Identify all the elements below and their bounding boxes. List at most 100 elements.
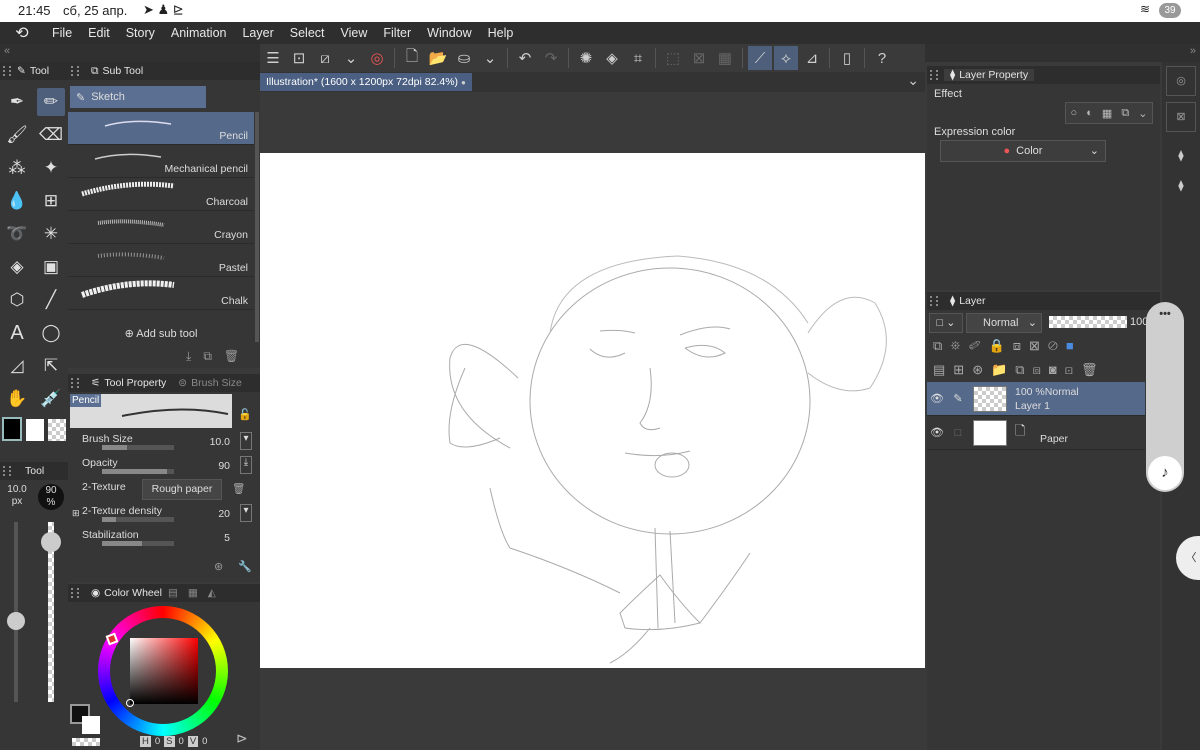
saturation-value-square[interactable] — [130, 638, 198, 704]
merge-icon[interactable]: ⧇ — [1033, 362, 1049, 377]
layer-color-mode-select[interactable]: □ ⌄ — [929, 313, 963, 333]
gallery-icon[interactable]: ◎ — [365, 46, 389, 70]
edit-pen-icon[interactable]: ✎ — [947, 392, 969, 405]
brush-item-charcoal[interactable]: Charcoal — [68, 178, 254, 211]
menu-help[interactable]: Help — [480, 22, 522, 44]
opacity-slider-thumb[interactable] — [41, 532, 61, 552]
redo-icon[interactable]: ↷ — [539, 46, 563, 70]
figure-tool-icon[interactable]: ⬡ — [3, 286, 31, 314]
effect-buttons[interactable]: ○ ◐ ▦ ⧉ ⌄ — [1065, 102, 1153, 124]
expand-icon[interactable]: ⊞ — [72, 508, 80, 519]
color-icon[interactable]: ■ — [1066, 338, 1082, 353]
menu-select[interactable]: Select — [282, 22, 333, 44]
lock-icon[interactable]: 🔓 — [238, 408, 252, 421]
grip-icon[interactable] — [3, 66, 11, 76]
opacity-bar[interactable] — [102, 469, 174, 474]
menu-icon[interactable]: ☰ — [261, 46, 285, 70]
snap-grid-icon[interactable]: ⊿ — [800, 46, 824, 70]
layer-tab[interactable]: ⧫ Layer — [944, 295, 991, 307]
chevron-down-icon[interactable]: ⌄ — [339, 46, 363, 70]
selection-icon[interactable]: ▦ — [713, 46, 737, 70]
blend-mode-select[interactable]: Normal ⌄ — [966, 313, 1042, 333]
grip-icon[interactable] — [71, 66, 79, 76]
brush-size-tab[interactable]: ⊜ Brush Size — [172, 377, 248, 389]
main-color-swatch[interactable] — [2, 417, 22, 441]
camera-icon[interactable]: ⊡ — [1065, 362, 1081, 377]
trash-icon[interactable]: 🗑 — [224, 349, 251, 363]
lasso-tool-icon[interactable]: ➰ — [3, 220, 31, 248]
eyedropper-tool-icon[interactable]: 💉 — [37, 385, 65, 413]
trash-icon[interactable]: 🗑 — [232, 482, 245, 495]
loading-icon[interactable]: ✺ — [574, 46, 598, 70]
play-icon[interactable]: ⊳ — [236, 730, 248, 747]
text-tool-icon[interactable]: A — [3, 319, 31, 347]
opacity-row[interactable]: Opacity 90 ⤓ — [68, 454, 260, 478]
texture-density-row[interactable]: ⊞ 2-Texture density 20 ▾ — [68, 502, 260, 526]
snap-ruler-icon[interactable]: ⟋ — [748, 46, 772, 70]
help-icon[interactable]: ? — [870, 46, 894, 70]
line-tool-icon[interactable]: ╱ — [37, 286, 65, 314]
more-icon[interactable]: ••• — [1146, 308, 1184, 320]
mask-add-icon[interactable]: ◙ — [1049, 362, 1065, 377]
hand-tool-icon[interactable]: ✋ — [3, 385, 31, 413]
pen-tool-icon[interactable]: ✒ — [3, 88, 31, 116]
new-canvas-icon[interactable]: ⊡ — [287, 46, 311, 70]
grid-effect-icon[interactable]: ▦ — [1102, 107, 1112, 120]
fill-tool-icon[interactable]: ◈ — [3, 253, 31, 281]
stabilization-bar[interactable] — [102, 541, 174, 546]
add-sub-tool-button[interactable]: ⊕ Add sub tool — [68, 327, 254, 340]
chevron-down-icon[interactable]: ⌄ — [478, 46, 502, 70]
sub-view-icon[interactable]: ⊠ — [1166, 102, 1196, 132]
visibility-eye-icon[interactable]: 👁 — [927, 426, 947, 439]
texture-density-bar[interactable] — [102, 517, 174, 522]
layer-list-icon[interactable]: ▤ — [933, 362, 953, 377]
balloon-tool-icon[interactable]: ◯ — [37, 319, 65, 347]
transfer-icon[interactable]: ⧉ — [1015, 362, 1032, 377]
transform-icon[interactable]: ⧄ — [313, 46, 337, 70]
tool-property-tab[interactable]: ⚟ Tool Property — [85, 377, 172, 389]
opacity-dropdown-icon[interactable]: ⤓ — [240, 456, 252, 474]
layer-color-icon[interactable]: ⧉ — [1121, 107, 1129, 120]
crop-icon[interactable]: ⌗ — [626, 46, 650, 70]
brush-size-row[interactable]: Brush Size 10.0 ▾ — [68, 430, 260, 454]
texture-density-dropdown-icon[interactable]: ▾ — [240, 504, 252, 522]
import-icon[interactable]: ⤓ — [186, 349, 203, 363]
gradient-tool-icon[interactable]: ▣ — [37, 253, 65, 281]
new-raster-layer-icon[interactable]: ⊞ — [953, 362, 972, 377]
menu-file[interactable]: File — [44, 22, 80, 44]
layer-row-paper[interactable]: 👁 □ 🗋 Paper — [927, 416, 1145, 450]
grip-icon[interactable] — [930, 296, 938, 306]
layer-property-tab[interactable]: ⧫ Layer Property — [944, 69, 1035, 81]
edit-checkbox-icon[interactable]: □ — [947, 427, 969, 439]
chevron-down-icon[interactable]: ⌄ — [907, 72, 919, 89]
sparkle-tool-icon[interactable]: ✦ — [37, 154, 65, 182]
collapse-right-icon[interactable]: » — [1190, 45, 1196, 57]
duplicate-icon[interactable]: ⧉ — [203, 349, 224, 363]
grip-icon[interactable] — [71, 588, 79, 598]
snap-special-icon[interactable]: ⟡ — [774, 46, 798, 70]
lock-transparent-icon[interactable]: ⧈ — [1013, 338, 1029, 353]
sub-color-swatch[interactable] — [26, 419, 44, 441]
new-vector-layer-icon[interactable]: ⊛ — [972, 362, 991, 377]
save-icon[interactable]: ⛀ — [452, 46, 476, 70]
chevron-down-icon[interactable]: ⌄ — [1138, 107, 1147, 120]
drawing-canvas[interactable] — [260, 153, 925, 668]
sub-color-swatch[interactable] — [82, 716, 100, 734]
brush-item-pencil[interactable]: Pencil — [68, 112, 254, 145]
menu-story[interactable]: Story — [118, 22, 163, 44]
sub-tool-tab[interactable]: ⧉ Sub Tool — [85, 65, 149, 78]
sv-marker[interactable] — [126, 699, 134, 707]
texture-select[interactable]: Rough paper — [142, 479, 222, 500]
eraser-tool-icon[interactable]: ⌫ — [37, 121, 65, 149]
grid-tool-icon[interactable]: ⊞ — [37, 187, 65, 215]
close-icon[interactable]: ● — [461, 78, 466, 87]
brush-list-scrollbar[interactable] — [255, 112, 259, 342]
decoration-tool-icon[interactable]: ⁂ — [3, 154, 31, 182]
wrench-icon[interactable]: 🔧 — [238, 560, 252, 573]
grip-icon[interactable] — [930, 70, 938, 80]
grip-icon[interactable] — [71, 378, 79, 388]
stabilization-row[interactable]: Stabilization 5 — [68, 526, 260, 550]
blend-tool-icon[interactable]: 💧 — [3, 187, 31, 215]
undo-icon[interactable]: ↶ — [513, 46, 537, 70]
tone-effect-icon[interactable]: ◐ — [1086, 107, 1093, 119]
